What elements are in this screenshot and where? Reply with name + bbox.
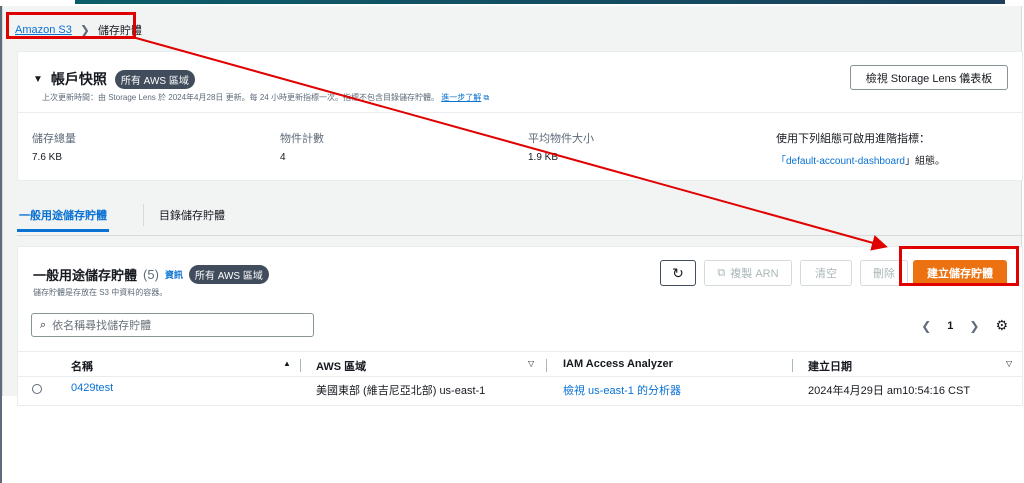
annotation-arrow — [135, 37, 888, 251]
screenshot-frame: Amazon S3 ❯ 儲存貯體 ▼ 帳戶快照 所有 AWS 區域 上次更新時間… — [0, 0, 1024, 483]
